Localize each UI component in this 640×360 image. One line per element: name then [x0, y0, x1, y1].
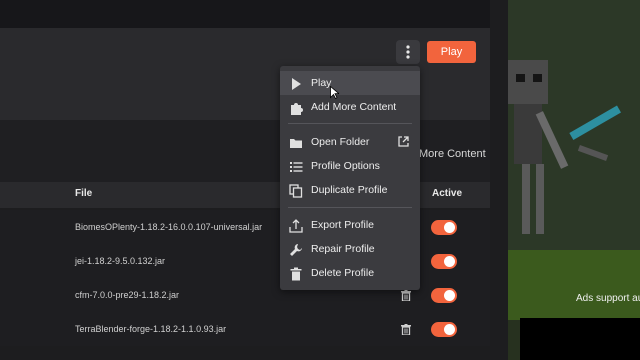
- trash-icon: [290, 267, 302, 281]
- active-toggle[interactable]: [431, 254, 457, 269]
- menu-item-label: Delete Profile: [311, 267, 375, 279]
- skeleton-figure-image: [508, 60, 621, 234]
- menu-item-label: Add More Content: [311, 101, 397, 113]
- puzzle-icon: [291, 103, 303, 115]
- export-icon: [289, 219, 303, 233]
- folder-icon: [290, 139, 302, 148]
- toggle-knob: [444, 324, 455, 335]
- table-row: TerraBlender-forge-1.18.2-1.1.0.93.jar: [0, 312, 490, 346]
- menu-item-delete-profile[interactable]: Delete Profile: [280, 261, 420, 285]
- kebab-icon: [406, 45, 410, 59]
- menu-item-open-folder[interactable]: Open Folder: [280, 130, 420, 154]
- menu-divider: [288, 123, 412, 124]
- menu-item-add-more-content[interactable]: Add More Content: [280, 95, 420, 119]
- menu-item-label: Duplicate Profile: [311, 184, 388, 196]
- menu-item-label: Repair Profile: [311, 243, 375, 255]
- toggle-knob: [444, 222, 455, 233]
- more-options-button[interactable]: [396, 40, 420, 64]
- trash-icon[interactable]: [401, 324, 411, 335]
- ad-slot: [520, 318, 640, 360]
- menu-item-label: Play: [311, 77, 332, 89]
- profile-context-menu: Play Add More Content Open Folder Profil…: [280, 66, 420, 290]
- list-icon: [290, 162, 303, 172]
- toggle-knob: [444, 256, 455, 267]
- ads-support-text: Ads support au: [576, 293, 640, 304]
- add-more-content-link[interactable]: More Content: [419, 148, 486, 160]
- trash-icon[interactable]: [401, 290, 411, 301]
- menu-item-label: Export Profile: [311, 219, 375, 231]
- play-button[interactable]: Play: [427, 41, 476, 63]
- column-active[interactable]: Active: [432, 188, 462, 199]
- ad-artwork: [508, 0, 640, 360]
- mod-file-name: jei-1.18.2-9.5.0.132.jar: [75, 256, 166, 266]
- active-toggle[interactable]: [431, 288, 457, 303]
- toggle-knob: [444, 290, 455, 301]
- active-toggle[interactable]: [431, 220, 457, 235]
- menu-item-label: Profile Options: [311, 160, 380, 172]
- menu-divider: [288, 207, 412, 208]
- mouse-cursor-icon: [330, 86, 339, 99]
- menu-item-export-profile[interactable]: Export Profile: [280, 213, 420, 237]
- menu-item-profile-options[interactable]: Profile Options: [280, 154, 420, 178]
- column-file[interactable]: File: [75, 188, 92, 199]
- menu-item-repair-profile[interactable]: Repair Profile: [280, 237, 420, 261]
- mod-file-name: BiomesOPlenty-1.18.2-16.0.0.107-universa…: [75, 222, 263, 232]
- mod-file-name: TerraBlender-forge-1.18.2-1.1.0.93.jar: [75, 324, 227, 334]
- menu-item-label: Open Folder: [311, 136, 370, 148]
- menu-item-play[interactable]: Play: [280, 71, 420, 95]
- external-link-icon: [398, 136, 409, 147]
- duplicate-icon: [289, 184, 303, 198]
- wrench-icon: [290, 244, 302, 256]
- mod-file-name: cfm-7.0.0-pre29-1.18.2.jar: [75, 290, 180, 300]
- menu-item-duplicate-profile[interactable]: Duplicate Profile: [280, 178, 420, 202]
- artwork-ground: [508, 250, 640, 320]
- active-toggle[interactable]: [431, 322, 457, 337]
- top-bar: [0, 0, 490, 28]
- play-icon: [292, 78, 301, 90]
